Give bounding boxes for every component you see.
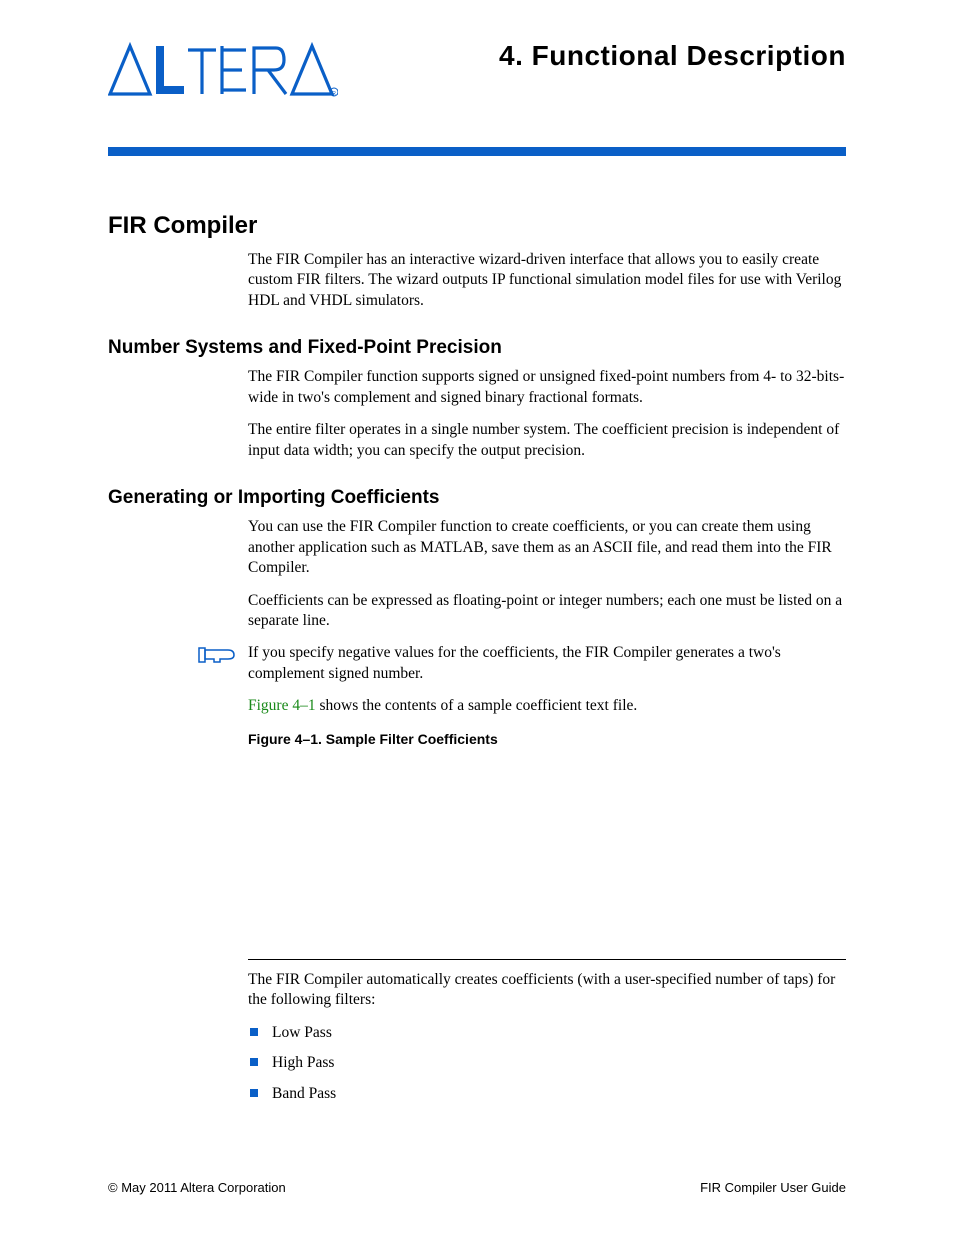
- heading-coefficients: Generating or Importing Coefficients: [108, 487, 846, 509]
- note-text: If you specify negative values for the c…: [248, 643, 846, 684]
- intro-paragraph: The FIR Compiler has an interactive wiza…: [248, 250, 846, 311]
- heading-number-systems: Number Systems and Fixed-Point Precision: [108, 337, 846, 359]
- footer-left: © May 2011 Altera Corporation: [108, 1180, 286, 1195]
- altera-logo: R: [108, 42, 338, 105]
- list-item: Band Pass: [248, 1084, 846, 1104]
- svg-text:R: R: [332, 91, 336, 97]
- coef-para-1: You can use the FIR Compiler function to…: [248, 517, 846, 578]
- num-para-2: The entire filter operates in a single n…: [248, 420, 846, 461]
- num-para-1: The FIR Compiler function supports signe…: [248, 367, 846, 408]
- figure-link[interactable]: Figure 4–1: [248, 697, 316, 714]
- filter-type-list: Low Pass High Pass Band Pass: [248, 1023, 846, 1104]
- list-item: High Pass: [248, 1053, 846, 1073]
- figure-bottom-rule: [248, 959, 846, 960]
- chapter-title: 4. Functional Description: [499, 40, 846, 72]
- heading-fir-compiler: FIR Compiler: [108, 212, 846, 240]
- coef-para-2: Coefficients can be expressed as floatin…: [248, 591, 846, 632]
- figure-title: Figure 4–1. Sample Filter Coefficients: [248, 731, 846, 747]
- figure-reference-sentence: Figure 4–1 shows the contents of a sampl…: [248, 696, 846, 716]
- header-rule: [108, 147, 846, 156]
- figure-sentence-rest: shows the contents of a sample coefficie…: [316, 697, 638, 714]
- figure-placeholder: [248, 749, 846, 959]
- pointing-hand-icon: [198, 643, 248, 670]
- list-item: Low Pass: [248, 1023, 846, 1043]
- footer-right: FIR Compiler User Guide: [700, 1180, 846, 1195]
- after-figure-para: The FIR Compiler automatically creates c…: [248, 970, 846, 1011]
